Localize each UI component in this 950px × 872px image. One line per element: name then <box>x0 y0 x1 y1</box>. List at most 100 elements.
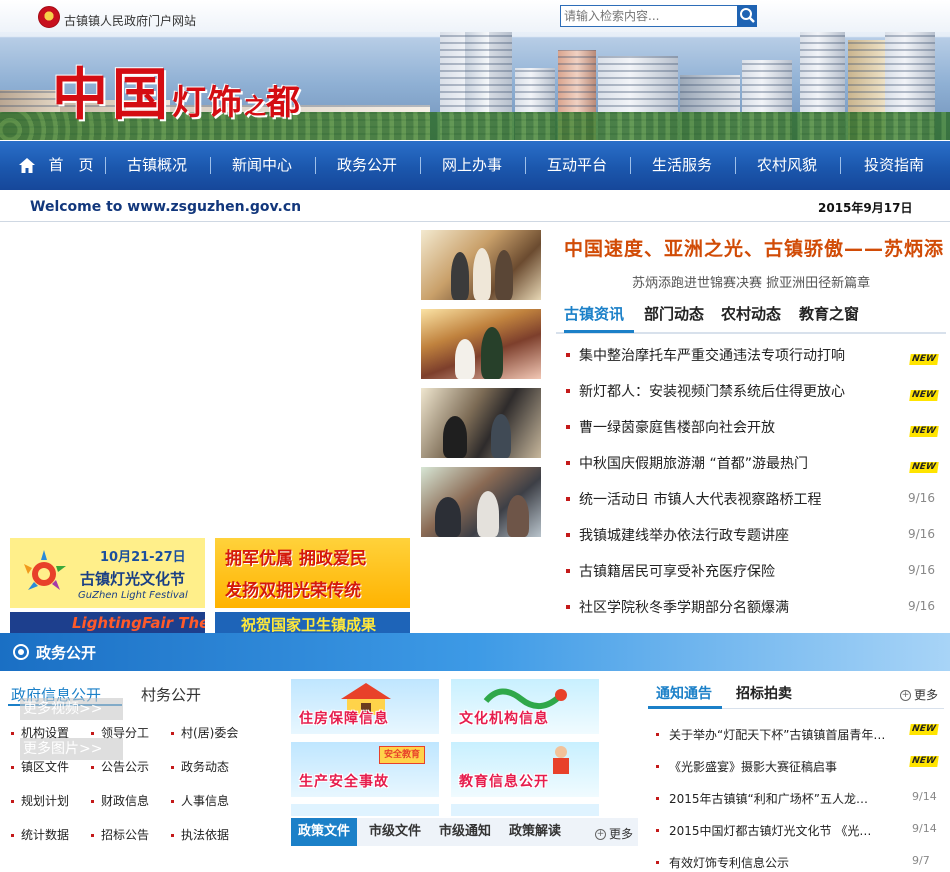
bullet-icon <box>11 800 14 803</box>
bullet-icon <box>566 353 570 357</box>
notice-item[interactable]: 有效灯饰专利信息公示 9/7 <box>656 854 942 872</box>
news-item[interactable]: 古镇籍居民可享受补充医疗保险 9/16 <box>566 561 946 581</box>
news-photo[interactable] <box>421 230 541 300</box>
plus-icon: + <box>900 690 911 701</box>
gov-link-label: 财政信息 <box>101 794 150 808</box>
news-photo[interactable] <box>421 309 541 379</box>
nav-home[interactable]: 首 页 <box>46 141 96 190</box>
tab-bidding[interactable]: 招标拍卖 <box>736 683 792 703</box>
news-photo[interactable] <box>421 388 541 458</box>
lighting-fair-banner[interactable]: LightingFair The 16th <box>10 612 205 634</box>
gov-link[interactable]: 领导分工 <box>91 724 149 741</box>
news-title[interactable]: 我镇城建线举办依法行政专题讲座 <box>579 525 789 545</box>
gov-link[interactable]: 招标公告 <box>91 826 149 843</box>
nav-overview[interactable]: 古镇概况 <box>116 141 198 190</box>
health-town-banner[interactable]: 祝贺国家卫生镇成果 <box>215 612 410 634</box>
news-title[interactable]: 集中整治摩托车严重交通违法专项行动打响 <box>579 345 845 365</box>
education-tile[interactable]: 教育信息公开 <box>451 742 599 797</box>
gov-link[interactable]: 统计数据 <box>11 826 69 843</box>
search-button[interactable] <box>737 5 757 27</box>
home-icon <box>19 158 35 173</box>
news-title[interactable]: 中秋国庆假期旅游潮 “首都”游最热门 <box>579 453 808 473</box>
news-item[interactable]: 我镇城建线举办依法行政专题讲座 9/16 <box>566 525 946 545</box>
new-badge-icon: NEW <box>909 421 939 437</box>
news-item[interactable]: 曹一绿茵豪庭售楼部向社会开放 NEW <box>566 417 946 437</box>
news-item[interactable]: 统一活动日 市镇人大代表视察路桥工程 9/16 <box>566 489 946 509</box>
gov-link[interactable]: 村(居)委会 <box>171 724 238 741</box>
notice-title[interactable]: 2015年古镇镇“利和广场杯”五人龙… <box>669 790 868 807</box>
notice-item[interactable]: 2015年古镇镇“利和广场杯”五人龙… 9/14 <box>656 790 942 808</box>
gov-link[interactable]: 政务动态 <box>171 758 229 775</box>
new-badge-icon: NEW <box>909 720 939 735</box>
notice-title[interactable]: 关于举办“灯配天下杯”古镇镇首届青年… <box>669 726 885 743</box>
notice-title[interactable]: 《光影盛宴》摄影大赛征稿启事 <box>669 758 837 775</box>
policy-more-link[interactable]: + 更多 <box>595 825 633 842</box>
new-badge-icon: NEW <box>909 385 939 401</box>
gov-link-label: 公告公示 <box>101 760 150 774</box>
notice-more-link[interactable]: + 更多 <box>900 686 938 703</box>
bullet-icon <box>656 829 659 832</box>
tab-notices[interactable]: 通知通告 <box>656 683 712 703</box>
gov-link[interactable]: 公告公示 <box>91 758 149 775</box>
news-title[interactable]: 统一活动日 市镇人大代表视察路桥工程 <box>579 489 821 509</box>
news-item[interactable]: 社区学院秋冬季学期部分名额爆满 9/16 <box>566 597 946 617</box>
gov-link[interactable]: 人事信息 <box>171 792 229 809</box>
tab-village-affairs[interactable]: 村务公开 <box>141 684 201 705</box>
bullet-icon <box>566 425 570 429</box>
more-videos-button[interactable]: 更多视频>> <box>20 698 123 720</box>
news-photo[interactable] <box>421 467 541 537</box>
tab-policy-docs[interactable]: 政策文件 <box>291 818 357 846</box>
tab-city-docs[interactable]: 市级文件 <box>369 818 421 846</box>
festival-banner[interactable]: 10月21-27日 古镇灯光文化节 GuZhen Light Festival <box>10 538 205 608</box>
site-name: 古镇镇人民政府门户网站 <box>64 14 197 28</box>
more-images-button[interactable]: 更多图片>> <box>20 738 123 760</box>
news-item[interactable]: 集中整治摩托车严重交通违法专项行动打响 NEW <box>566 345 946 365</box>
notice-item[interactable]: 2015中国灯都古镇灯光文化节 《光… 9/14 <box>656 822 942 840</box>
nav-news[interactable]: 新闻中心 <box>221 141 303 190</box>
news-title[interactable]: 古镇籍居民可享受补充医疗保险 <box>579 561 775 581</box>
bullet-icon <box>11 766 14 769</box>
notice-title[interactable]: 有效灯饰专利信息公示 <box>669 854 789 871</box>
gov-link[interactable]: 机构设置 <box>11 724 69 741</box>
gov-link-label: 政务动态 <box>181 760 230 774</box>
gov-link[interactable]: 镇区文件 <box>11 758 69 775</box>
notice-date: 9/14 <box>912 790 937 803</box>
nav-investment[interactable]: 投资指南 <box>852 141 936 190</box>
tab-city-notice[interactable]: 市级通知 <box>439 818 491 846</box>
nav-life-service[interactable]: 生活服务 <box>641 141 723 190</box>
tab-town-news[interactable]: 古镇资讯 <box>564 302 634 333</box>
nav-village[interactable]: 农村风貌 <box>746 141 828 190</box>
search-input[interactable] <box>561 6 737 26</box>
gov-link[interactable]: 执法依据 <box>171 826 229 843</box>
tab-policy-explain[interactable]: 政策解读 <box>509 818 561 846</box>
tab-village-news[interactable]: 农村动态 <box>721 302 781 330</box>
safety-tile[interactable]: 安全教育 生产安全事故 <box>291 742 439 797</box>
gov-link[interactable]: 财政信息 <box>91 792 149 809</box>
notice-item[interactable]: 《光影盛宴》摄影大赛征稿启事 NEW <box>656 756 942 776</box>
news-date: 9/16 <box>908 491 935 505</box>
nav-gov-affairs[interactable]: 政务公开 <box>326 141 408 190</box>
tab-education[interactable]: 教育之窗 <box>799 302 859 330</box>
news-item[interactable]: 新灯都人：安装视频门禁系统后住得更放心 NEW <box>566 381 946 401</box>
headline-title[interactable]: 中国速度、亚洲之光、古镇骄傲——苏炳添 <box>564 234 944 261</box>
news-title[interactable]: 新灯都人：安装视频门禁系统后住得更放心 <box>579 381 845 401</box>
news-title[interactable]: 曹一绿茵豪庭售楼部向社会开放 <box>579 417 775 437</box>
news-item[interactable]: 中秋国庆假期旅游潮 “首都”游最热门 NEW <box>566 453 946 473</box>
gov-link[interactable]: 规划计划 <box>11 792 69 809</box>
bullet-icon <box>566 605 570 609</box>
news-tabs: 古镇资讯 部门动态 农村动态 教育之窗 <box>556 302 946 334</box>
divider <box>0 221 950 222</box>
festival-logo-icon <box>24 550 66 590</box>
nav-interaction[interactable]: 互动平台 <box>536 141 618 190</box>
culture-tile[interactable]: 文化机构信息 <box>451 679 599 734</box>
notice-date: 9/14 <box>912 822 937 835</box>
army-support-banner[interactable]: 拥军优属 拥政爱民 发扬双拥光荣传统 <box>215 538 410 608</box>
housing-tile[interactable]: 住房保障信息 <box>291 679 439 734</box>
notice-item[interactable]: 关于举办“灯配天下杯”古镇镇首届青年… NEW <box>656 724 942 744</box>
new-badge-text: NEW <box>909 426 939 437</box>
notice-title[interactable]: 2015中国灯都古镇灯光文化节 《光… <box>669 822 871 839</box>
bullet-icon <box>566 461 570 465</box>
tab-dept-news[interactable]: 部门动态 <box>644 302 704 330</box>
nav-online-service[interactable]: 网上办事 <box>431 141 513 190</box>
news-title[interactable]: 社区学院秋冬季学期部分名额爆满 <box>579 597 789 617</box>
